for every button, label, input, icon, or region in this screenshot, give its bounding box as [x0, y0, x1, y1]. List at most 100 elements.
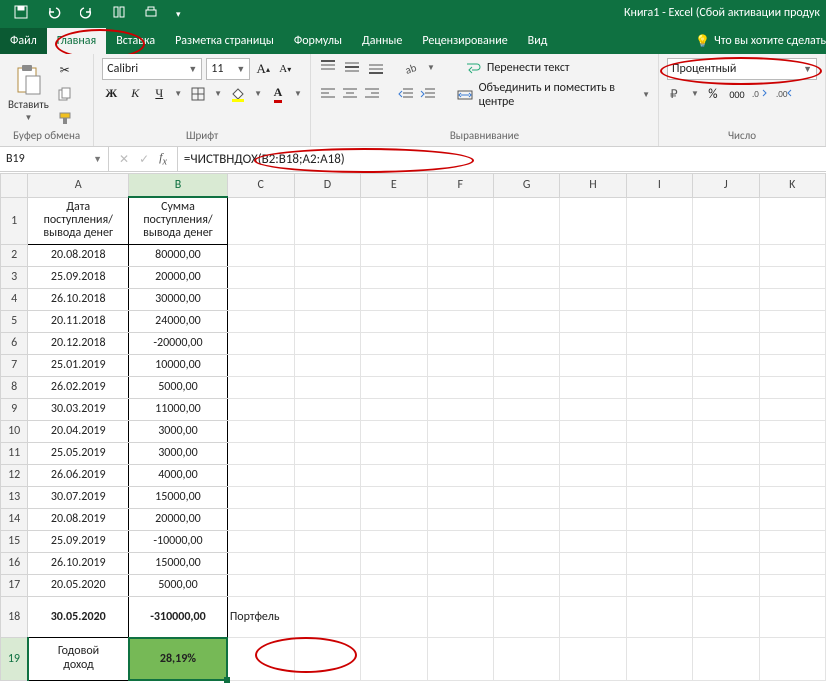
row-header-18[interactable]: 18	[1, 596, 28, 637]
column-header-E[interactable]: E	[361, 174, 427, 198]
cell-B12[interactable]: 4000,00	[129, 464, 228, 486]
cell-empty[interactable]	[361, 508, 427, 530]
cell-empty[interactable]	[560, 376, 626, 398]
cell-empty[interactable]	[626, 574, 692, 596]
cell-empty[interactable]	[759, 266, 826, 288]
cell-empty[interactable]	[493, 552, 559, 574]
row-header-3[interactable]: 3	[1, 266, 28, 288]
cell-empty[interactable]	[759, 398, 826, 420]
cell-empty[interactable]	[493, 464, 559, 486]
row-header-16[interactable]: 16	[1, 552, 28, 574]
cut-icon[interactable]: ✂	[55, 60, 75, 80]
cell-A8[interactable]: 26.02.2019	[28, 376, 129, 398]
cell-B16[interactable]: 15000,00	[129, 552, 228, 574]
cell-empty[interactable]	[294, 266, 360, 288]
cell-C18[interactable]: Портфель	[227, 596, 294, 637]
cell-empty[interactable]	[693, 508, 759, 530]
cell-empty[interactable]	[493, 376, 559, 398]
tab-page-layout[interactable]: Разметка страницы	[165, 28, 284, 54]
cell-empty[interactable]	[693, 574, 759, 596]
cell-empty[interactable]	[361, 420, 427, 442]
cell-empty[interactable]	[294, 398, 360, 420]
cell-empty[interactable]	[361, 486, 427, 508]
cell-empty[interactable]	[427, 288, 493, 310]
cell-empty[interactable]	[361, 354, 427, 376]
increase-font-icon[interactable]: A▴	[254, 60, 272, 78]
cell-empty[interactable]	[361, 574, 427, 596]
column-header-A[interactable]: A	[28, 174, 129, 198]
column-header-J[interactable]: J	[693, 174, 759, 198]
name-box[interactable]: B19▼	[0, 147, 109, 171]
tab-insert[interactable]: Вставка	[106, 28, 165, 54]
bold-button[interactable]: Ж	[102, 84, 120, 102]
cell-empty[interactable]	[626, 310, 692, 332]
cell-empty[interactable]	[427, 486, 493, 508]
cell-empty[interactable]	[427, 266, 493, 288]
cell-empty[interactable]	[361, 266, 427, 288]
column-header-B[interactable]: B	[129, 174, 228, 198]
row-header-4[interactable]: 4	[1, 288, 28, 310]
cell-empty[interactable]	[560, 197, 626, 244]
row-header-9[interactable]: 9	[1, 398, 28, 420]
row-header-15[interactable]: 15	[1, 530, 28, 552]
cell-empty[interactable]	[493, 574, 559, 596]
cell-empty[interactable]	[493, 442, 559, 464]
merge-center-button[interactable]: Объединить и поместить в центре	[479, 81, 638, 109]
cell-empty[interactable]	[759, 310, 826, 332]
cell-empty[interactable]	[361, 398, 427, 420]
cell-empty[interactable]	[493, 244, 559, 266]
cell-empty[interactable]	[560, 354, 626, 376]
align-middle-icon[interactable]	[343, 59, 363, 77]
cell-empty[interactable]	[693, 310, 759, 332]
cell-A2[interactable]: 20.08.2018	[28, 244, 129, 266]
cell-empty[interactable]	[759, 574, 826, 596]
cell-B14[interactable]: 20000,00	[129, 508, 228, 530]
cell-empty[interactable]	[693, 376, 759, 398]
cell-empty[interactable]	[227, 464, 294, 486]
cell-A5[interactable]: 20.11.2018	[28, 310, 129, 332]
cell-empty[interactable]	[626, 464, 692, 486]
cell-B5[interactable]: 24000,00	[129, 310, 228, 332]
cell-empty[interactable]	[294, 332, 360, 354]
cell-empty[interactable]	[227, 376, 294, 398]
cell-empty[interactable]	[759, 244, 826, 266]
insert-function-icon[interactable]: fx	[159, 150, 167, 167]
quick-print-icon[interactable]	[144, 5, 158, 23]
cell-empty[interactable]	[294, 530, 360, 552]
cell-B19[interactable]: 28,19%	[129, 637, 228, 680]
cell-empty[interactable]	[759, 464, 826, 486]
borders-icon[interactable]	[188, 84, 208, 104]
cell-B17[interactable]: 5000,00	[129, 574, 228, 596]
cell-empty[interactable]	[626, 288, 692, 310]
cell-empty[interactable]	[759, 288, 826, 310]
cell-empty[interactable]	[626, 420, 692, 442]
cell-empty[interactable]	[493, 288, 559, 310]
cell-empty[interactable]	[693, 398, 759, 420]
cell-B1[interactable]: Сумма поступления/вывода денег	[129, 197, 228, 244]
row-header-1[interactable]: 1	[1, 197, 28, 244]
cell-empty[interactable]	[227, 637, 294, 680]
tab-file[interactable]: Файл	[0, 28, 47, 54]
cell-B11[interactable]: 3000,00	[129, 442, 228, 464]
cell-empty[interactable]	[294, 244, 360, 266]
percent-style-icon[interactable]: %	[703, 84, 723, 104]
cell-empty[interactable]	[227, 310, 294, 332]
cell-empty[interactable]	[493, 530, 559, 552]
cell-empty[interactable]	[227, 244, 294, 266]
row-header-19[interactable]: 19	[1, 637, 28, 680]
fill-handle[interactable]	[224, 677, 230, 683]
cell-empty[interactable]	[361, 552, 427, 574]
column-header-K[interactable]: K	[759, 174, 826, 198]
cell-empty[interactable]	[693, 464, 759, 486]
cell-empty[interactable]	[493, 637, 559, 680]
cell-empty[interactable]	[493, 266, 559, 288]
cell-empty[interactable]	[626, 442, 692, 464]
cell-empty[interactable]	[493, 486, 559, 508]
cell-empty[interactable]	[759, 197, 826, 244]
touch-mode-icon[interactable]	[112, 5, 126, 23]
cell-empty[interactable]	[759, 486, 826, 508]
cell-empty[interactable]	[361, 376, 427, 398]
cell-A1[interactable]: Дата поступления/вывода денег	[28, 197, 129, 244]
cell-B18[interactable]: -310000,00	[129, 596, 228, 637]
cell-empty[interactable]	[427, 310, 493, 332]
